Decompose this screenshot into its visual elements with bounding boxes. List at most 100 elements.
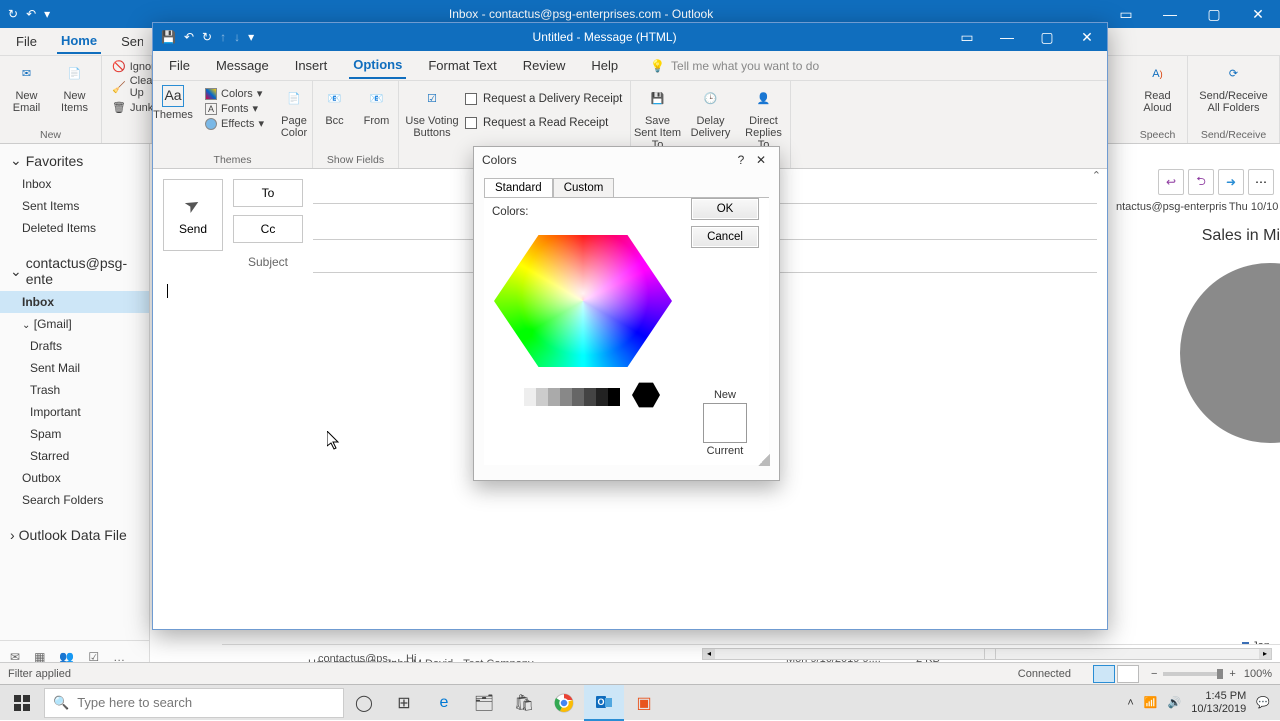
undo-icon[interactable]: ↶ bbox=[184, 30, 194, 44]
from-button[interactable]: 📧From bbox=[359, 85, 395, 127]
delay-delivery-button[interactable]: 🕒Delay Delivery bbox=[688, 85, 734, 139]
nav-outbox[interactable]: Outbox bbox=[0, 467, 149, 489]
msg-tab-options[interactable]: Options bbox=[349, 52, 406, 79]
tab-home[interactable]: Home bbox=[57, 29, 101, 54]
msg-tab-file[interactable]: File bbox=[165, 53, 194, 78]
msg-maximize-icon[interactable]: ▢ bbox=[1027, 29, 1067, 46]
voting-buttons-button[interactable]: ☑Use Voting Buttons bbox=[405, 85, 459, 139]
cc-button[interactable]: Cc bbox=[233, 215, 303, 243]
nav-trash[interactable]: Trash bbox=[0, 379, 149, 401]
reply-all-button[interactable]: ⮌ bbox=[1188, 169, 1214, 195]
ribbon-display-icon[interactable]: ▭ bbox=[947, 29, 987, 46]
cortana-icon[interactable]: ◯ bbox=[344, 685, 384, 721]
resize-grip-icon[interactable] bbox=[758, 454, 770, 466]
start-button[interactable] bbox=[0, 685, 44, 721]
nav-inbox[interactable]: Inbox bbox=[0, 291, 149, 313]
qat-sendreceive-icon[interactable]: ↻ bbox=[8, 7, 18, 21]
status-connected: Connected bbox=[1018, 668, 1071, 680]
task-view-icon[interactable]: ⊞ bbox=[384, 685, 424, 721]
view-normal-button[interactable] bbox=[1093, 665, 1115, 683]
nav-spam[interactable]: Spam bbox=[0, 423, 149, 445]
notifications-icon[interactable]: 💬 bbox=[1256, 696, 1270, 709]
msg-tab-insert[interactable]: Insert bbox=[291, 53, 332, 78]
grayscale-row[interactable] bbox=[512, 388, 620, 406]
save-sent-button[interactable]: 💾Save Sent Item To bbox=[634, 85, 682, 151]
direct-replies-button[interactable]: 👤Direct Replies To bbox=[740, 85, 788, 151]
taskbar-clock[interactable]: 1:45 PM 10/13/2019 bbox=[1191, 690, 1246, 714]
zoom-in-button[interactable]: + bbox=[1229, 668, 1235, 680]
nav-fav-inbox[interactable]: Inbox bbox=[0, 173, 149, 195]
reply-button[interactable]: ↩ bbox=[1158, 169, 1184, 195]
standard-tab[interactable]: Standard bbox=[484, 178, 553, 198]
page-color-button[interactable]: 📄 Page Color bbox=[274, 85, 314, 139]
save-icon[interactable]: 💾 bbox=[161, 30, 176, 44]
msg-tab-review[interactable]: Review bbox=[519, 53, 570, 78]
msg-tab-formattext[interactable]: Format Text bbox=[424, 53, 500, 78]
theme-colors-button[interactable]: Colors ▾ bbox=[201, 87, 268, 100]
nav-gmail[interactable]: ⌄ [Gmail] bbox=[0, 313, 149, 335]
themes-button[interactable]: Aa Themes bbox=[151, 85, 195, 121]
theme-effects-button[interactable]: Effects ▾ bbox=[201, 117, 268, 130]
large-black-hex[interactable] bbox=[632, 381, 660, 409]
nav-sentmail[interactable]: Sent Mail bbox=[0, 357, 149, 379]
nav-important[interactable]: Important bbox=[0, 401, 149, 423]
msg-tab-message[interactable]: Message bbox=[212, 53, 273, 78]
more-actions-button[interactable]: ⋯ bbox=[1248, 169, 1274, 195]
prev-icon[interactable]: ↑ bbox=[220, 30, 226, 44]
ribbon-options-icon[interactable]: ▭ bbox=[1104, 6, 1148, 23]
snagit-icon[interactable]: ▣ bbox=[624, 685, 664, 721]
nav-starred[interactable]: Starred bbox=[0, 445, 149, 467]
taskbar-search[interactable]: 🔍 Type here to search bbox=[44, 688, 344, 718]
nav-fav-deleted[interactable]: Deleted Items bbox=[0, 217, 149, 239]
edge-icon[interactable]: e bbox=[424, 685, 464, 721]
nav-drafts[interactable]: Drafts bbox=[0, 335, 149, 357]
favorites-header[interactable]: ⌄Favorites bbox=[0, 144, 149, 173]
ok-button[interactable]: OK bbox=[691, 198, 759, 220]
dialog-close-icon[interactable]: ✕ bbox=[751, 153, 771, 167]
collapse-ribbon-icon[interactable]: ⌃ bbox=[1092, 169, 1101, 182]
help-icon[interactable]: ? bbox=[731, 153, 751, 167]
new-items-button[interactable]: 📄 New Items bbox=[54, 60, 96, 114]
qat-undo-icon[interactable]: ↶ bbox=[26, 7, 36, 21]
volume-icon[interactable]: 🔊 bbox=[1168, 696, 1182, 709]
nav-search-folders[interactable]: Search Folders bbox=[0, 489, 149, 511]
wifi-icon[interactable]: 📶 bbox=[1144, 696, 1158, 709]
store-icon[interactable]: 🛍 bbox=[504, 685, 544, 721]
qat-customize-icon[interactable]: ▾ bbox=[44, 7, 50, 21]
theme-fonts-button[interactable]: AFonts ▾ bbox=[201, 102, 268, 115]
redo-icon[interactable]: ↻ bbox=[202, 30, 212, 44]
outlook-taskbar-icon[interactable]: O bbox=[584, 685, 624, 721]
maximize-icon[interactable]: ▢ bbox=[1192, 6, 1236, 23]
custom-tab[interactable]: Custom bbox=[553, 178, 615, 197]
tab-file[interactable]: File bbox=[12, 30, 41, 53]
file-explorer-icon[interactable]: 🗂 bbox=[464, 685, 504, 721]
read-receipt-checkbox[interactable]: Request a Read Receipt bbox=[465, 115, 622, 131]
account-header[interactable]: ⌄contactus@psg-ente bbox=[0, 239, 149, 291]
msg-tab-help[interactable]: Help bbox=[587, 53, 622, 78]
send-button[interactable]: ➤ Send bbox=[163, 179, 223, 251]
bcc-button[interactable]: 📧Bcc bbox=[317, 85, 353, 127]
nav-fav-sent[interactable]: Sent Items bbox=[0, 195, 149, 217]
zoom-slider[interactable] bbox=[1163, 672, 1223, 676]
tray-overflow-icon[interactable]: ˄ bbox=[1127, 697, 1133, 709]
minimize-icon[interactable]: — bbox=[1148, 6, 1192, 22]
chrome-icon[interactable] bbox=[544, 685, 584, 721]
new-email-button[interactable]: ✉ New Email bbox=[6, 60, 48, 114]
tellme-input[interactable]: 💡Tell me what you want to do bbox=[650, 59, 819, 73]
next-icon[interactable]: ↓ bbox=[234, 30, 240, 44]
close-icon[interactable]: ✕ bbox=[1236, 6, 1280, 23]
view-reading-button[interactable] bbox=[1117, 665, 1139, 683]
read-aloud-button[interactable]: A) Read Aloud bbox=[1137, 60, 1179, 114]
to-button[interactable]: To bbox=[233, 179, 303, 207]
color-hexagon-picker[interactable] bbox=[494, 226, 672, 376]
tab-sendreceive[interactable]: Send/Receive bbox=[117, 30, 143, 53]
data-file-header[interactable]: ›Outlook Data File bbox=[0, 511, 149, 547]
cancel-button[interactable]: Cancel bbox=[691, 226, 759, 248]
customize-qat-icon[interactable]: ▾ bbox=[248, 30, 254, 44]
zoom-out-button[interactable]: − bbox=[1151, 668, 1157, 680]
msg-minimize-icon[interactable]: — bbox=[987, 29, 1027, 45]
msg-close-icon[interactable]: ✕ bbox=[1067, 29, 1107, 46]
send-receive-all-button[interactable]: ⟳ Send/Receive All Folders bbox=[1194, 60, 1274, 114]
delivery-receipt-checkbox[interactable]: Request a Delivery Receipt bbox=[465, 91, 622, 107]
forward-button[interactable]: ➜ bbox=[1218, 169, 1244, 195]
